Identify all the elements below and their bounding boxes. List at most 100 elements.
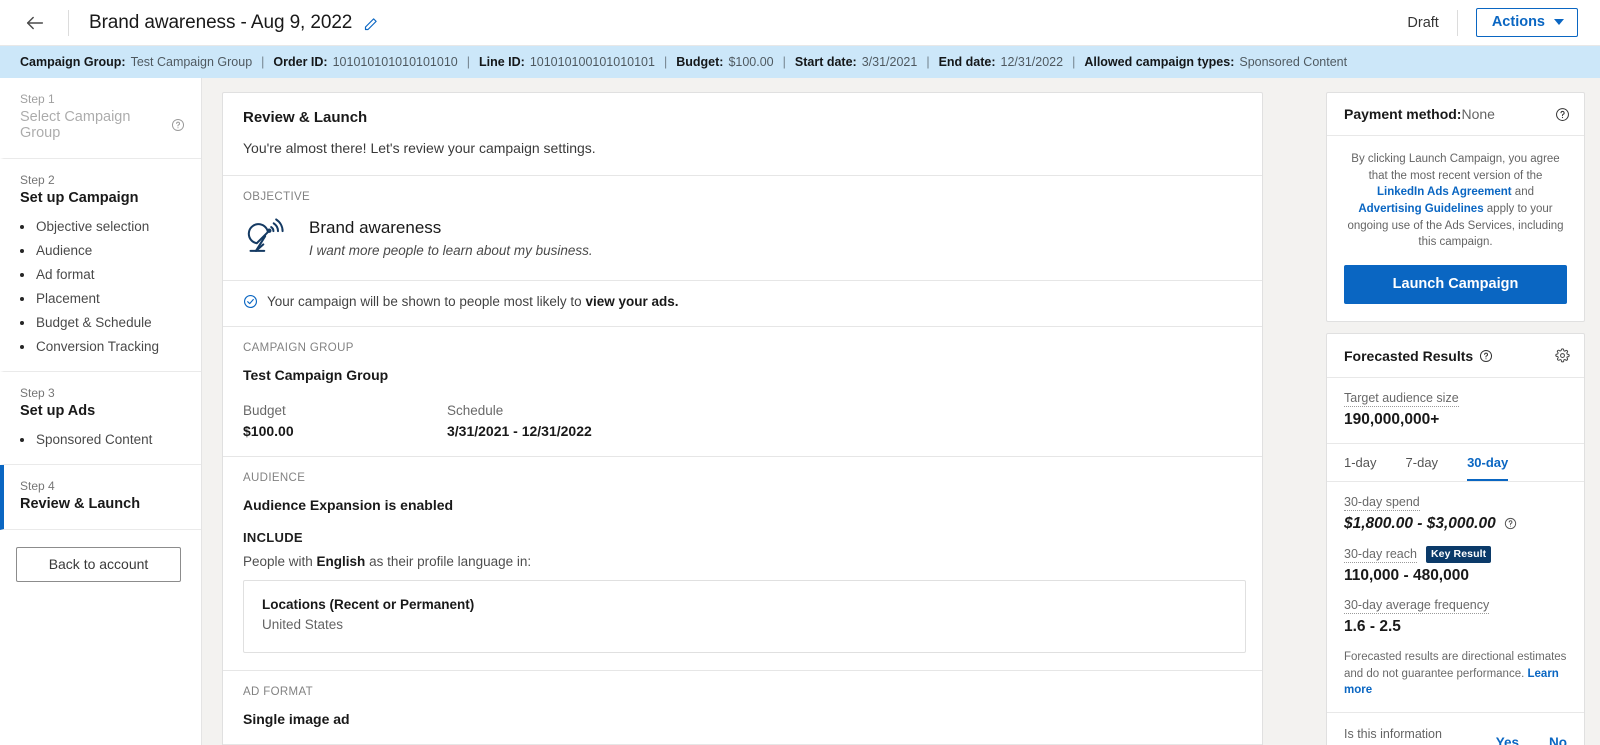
- info-key: Line ID:: [479, 55, 525, 69]
- question-circle-icon[interactable]: [171, 118, 185, 132]
- sidebar-substep-objective-selection[interactable]: Objective selection: [20, 219, 185, 234]
- forecast-metrics: 30-day spend $1,800.00 - $3,000.00 30-day …: [1327, 482, 1584, 713]
- launch-campaign-button[interactable]: Launch Campaign: [1344, 265, 1567, 304]
- metric-value: $1,800.00 - $3,000.00: [1344, 515, 1496, 533]
- objective-row: Brand awareness I want more people to le…: [243, 216, 1242, 264]
- pencil-icon[interactable]: [363, 17, 378, 32]
- step-number: Step 2: [20, 173, 185, 187]
- back-button[interactable]: [20, 8, 50, 38]
- review-subheading: You're almost there! Let's review your c…: [243, 140, 1242, 156]
- substep-list: Sponsored Content: [20, 432, 185, 447]
- question-circle-icon[interactable]: [1555, 107, 1570, 122]
- bullet-icon: [20, 249, 24, 253]
- info-separator: |: [467, 55, 470, 69]
- question-circle-icon[interactable]: [1504, 517, 1517, 530]
- metric-value-row: $1,800.00 - $3,000.00: [1344, 511, 1567, 533]
- forecast-title: Forecasted Results: [1344, 348, 1473, 364]
- audience-section: AUDIENCE Audience Expansion is enabled I…: [223, 456, 1262, 670]
- bullet-icon: [20, 321, 24, 325]
- sidebar-step-2[interactable]: Step 2 Set up Campaign Objective selection…: [0, 159, 201, 372]
- review-heading: Review & Launch: [243, 109, 1242, 126]
- question-circle-icon[interactable]: [1479, 349, 1493, 363]
- bullet-icon: [20, 225, 24, 229]
- linkedin-ads-agreement-link[interactable]: LinkedIn Ads Agreement: [1377, 186, 1512, 198]
- sidebar-step-4[interactable]: Step 4Review & Launch: [0, 465, 201, 530]
- check-circle-icon: [243, 294, 258, 309]
- step-name-label: Select Campaign Group: [20, 109, 163, 141]
- info-value: 101010101010101010: [333, 55, 458, 69]
- step-number: Step 3: [20, 386, 185, 400]
- forecast-tabs: 1-day 7-day 30-day: [1327, 444, 1584, 482]
- target-audience-size-section: Target audience size 190,000,000+: [1327, 378, 1584, 444]
- sidebar-step-3[interactable]: Step 3 Set up Ads Sponsored Content: [0, 372, 201, 465]
- objective-text: Brand awareness I want more people to le…: [309, 218, 593, 258]
- forecast-tab-1-day[interactable]: 1-day: [1344, 444, 1377, 481]
- sidebar-substep-placement[interactable]: Placement: [20, 291, 185, 306]
- metric-value-row: 1.6 - 2.5: [1344, 614, 1567, 636]
- top-bar: Brand awareness - Aug 9, 2022 Draft Acti…: [0, 0, 1600, 46]
- info-separator: |: [261, 55, 264, 69]
- forecast-tab-7-day[interactable]: 7-day: [1406, 444, 1439, 481]
- satellite-dish-icon: [243, 216, 291, 260]
- forecast-tab-30-day[interactable]: 30-day: [1467, 444, 1508, 481]
- step-name: Set up Ads: [20, 403, 185, 419]
- info-separator: |: [1072, 55, 1075, 69]
- sidebar-step-1: Step 1Select Campaign Group: [0, 78, 201, 159]
- actions-button-label: Actions: [1492, 15, 1545, 30]
- info-value: 3/31/2021: [862, 55, 918, 69]
- objective-note: Your campaign will be shown to people mo…: [223, 280, 1262, 309]
- target-audience-size-label[interactable]: Target audience size: [1344, 391, 1459, 407]
- sidebar-substep-conversion-tracking[interactable]: Conversion Tracking: [20, 339, 185, 354]
- info-value: 12/31/2022: [1001, 55, 1064, 69]
- gear-icon[interactable]: [1555, 348, 1570, 363]
- objective-description: I want more people to learn about my bus…: [309, 243, 593, 258]
- advertising-guidelines-link[interactable]: Advertising Guidelines: [1358, 203, 1483, 215]
- audience-profile-language: People with English as their profile lan…: [243, 554, 1242, 569]
- actions-button[interactable]: Actions: [1476, 8, 1578, 38]
- payment-method-row: Payment method:None: [1344, 106, 1495, 122]
- key-result-badge: Key Result: [1426, 546, 1491, 563]
- helpful-yes-button[interactable]: Yes: [1496, 735, 1519, 745]
- step-name-label: Set up Ads: [20, 403, 95, 419]
- sidebar-substep-budget-schedule[interactable]: Budget & Schedule: [20, 315, 185, 330]
- ad-format-section: AD FORMAT Single image ad: [223, 670, 1262, 744]
- helpful-no-button[interactable]: No: [1549, 735, 1567, 745]
- metric-label[interactable]: 30-day average frequency: [1344, 598, 1489, 614]
- info-key: Campaign Group:: [20, 55, 126, 69]
- audience-expansion-status: Audience Expansion is enabled: [243, 497, 1242, 513]
- metric-label[interactable]: 30-day spend: [1344, 495, 1420, 511]
- info-key: Order ID:: [273, 55, 327, 69]
- back-to-account-wrap: Back to account: [0, 530, 201, 582]
- step-name-label: Review & Launch: [20, 496, 140, 512]
- target-audience-size-value: 190,000,000+: [1344, 411, 1567, 429]
- metric-label-row: 30-day reach Key Result: [1344, 546, 1567, 563]
- step-name-label: Set up Campaign: [20, 190, 138, 206]
- metric-value-row: 110,000 - 480,000: [1344, 563, 1567, 585]
- forecast-metric: 30-day average frequency1.6 - 2.5: [1344, 598, 1567, 636]
- audience-language-value: English: [317, 554, 366, 569]
- info-separator: |: [664, 55, 667, 69]
- sidebar-substep-sponsored-content[interactable]: Sponsored Content: [20, 432, 185, 447]
- info-key: Allowed campaign types:: [1084, 55, 1234, 69]
- sidebar-substep-ad-format[interactable]: Ad format: [20, 267, 185, 282]
- app-root: Brand awareness - Aug 9, 2022 Draft Acti…: [0, 0, 1600, 745]
- sidebar-substep-audience[interactable]: Audience: [20, 243, 185, 258]
- helpful-question: Is this information helpful?: [1344, 726, 1454, 745]
- metric-label-row: 30-day spend: [1344, 495, 1567, 511]
- forecast-metric: 30-day reach Key Result 110,000 - 480,000: [1344, 546, 1567, 585]
- target-audience-label-wrap: Target audience size: [1344, 391, 1567, 407]
- schedule-col: Schedule 3/31/2021 - 12/31/2022: [447, 403, 651, 439]
- objective-note-emphasis: view your ads.: [585, 294, 678, 309]
- bullet-icon: [20, 438, 24, 442]
- info-key: End date:: [939, 55, 996, 69]
- metric-value: 110,000 - 480,000: [1344, 567, 1469, 585]
- metric-label[interactable]: 30-day reach: [1344, 547, 1417, 563]
- info-key: Start date:: [795, 55, 857, 69]
- helpful-answers: Yes No: [1466, 735, 1567, 745]
- substep-list: Objective selection Audience Ad format Plac…: [20, 219, 185, 354]
- info-value: $100.00: [728, 55, 773, 69]
- audience-label: AUDIENCE: [243, 472, 1242, 484]
- objective-section-label: OBJECTIVE: [243, 191, 1242, 203]
- back-to-account-button[interactable]: Back to account: [16, 547, 181, 582]
- review-launch-card: Review & Launch You're almost there! Let…: [222, 92, 1263, 745]
